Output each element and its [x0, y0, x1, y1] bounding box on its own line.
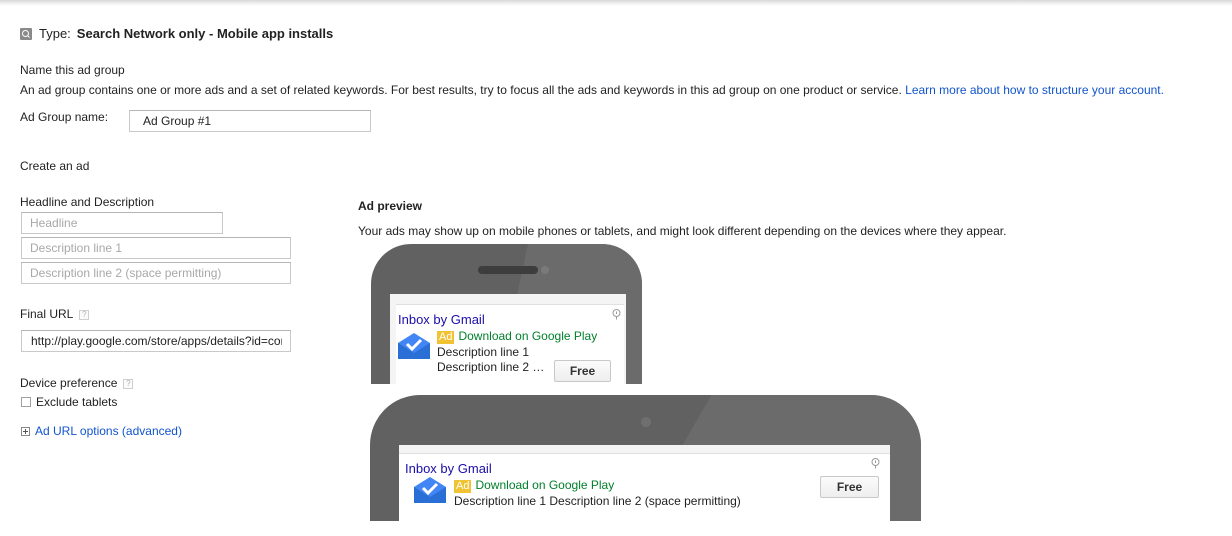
type-label: Type: [39, 26, 71, 41]
final-url-input[interactable] [21, 330, 291, 352]
exclude-tablets-label: Exclude tablets [36, 395, 118, 409]
search-network-icon [20, 27, 32, 40]
tablet-free-button[interactable]: Free [820, 476, 879, 498]
expand-plus-icon[interactable] [21, 427, 30, 436]
phone-preview: Inbox by Gmail Ad Download on Google Play… [371, 244, 642, 384]
tablet-ad-desc: Description line 1 Description line 2 (s… [454, 494, 741, 508]
tablet-camera [641, 417, 651, 427]
help-icon[interactable]: ? [123, 378, 134, 389]
phone-ad-card: Inbox by Gmail Ad Download on Google Play… [396, 304, 624, 384]
ad-badge: Ad [454, 480, 472, 493]
headline-input[interactable] [21, 212, 223, 234]
help-icon[interactable]: ? [79, 309, 90, 320]
phone-ad-desc1: Description line 1 [437, 345, 530, 359]
tablet-ad-url-line: Ad Download on Google Play [454, 478, 614, 493]
phone-screen: Inbox by Gmail Ad Download on Google Play… [390, 294, 626, 384]
ad-group-description-text: An ad group contains one or more ads and… [20, 83, 902, 97]
campaign-type-row: Type: Search Network only - Mobile app i… [20, 26, 333, 41]
ad-group-name-input[interactable] [129, 110, 371, 132]
ad-group-description: An ad group contains one or more ads and… [20, 83, 1164, 97]
info-pin-icon[interactable] [871, 458, 880, 469]
device-preference-row: Device preference? [20, 376, 134, 390]
final-url-label-row: Final URL? [20, 307, 90, 321]
exclude-tablets-checkbox[interactable] [21, 397, 31, 407]
type-value: Search Network only - Mobile app install… [76, 26, 334, 41]
learn-more-link[interactable]: Learn more about how to structure your a… [905, 83, 1164, 97]
create-ad-section-title: Create an ad [20, 159, 90, 173]
tablet-preview: Inbox by Gmail Ad Download on Google Play… [370, 395, 921, 521]
ad-badge: Ad [437, 331, 455, 344]
description-line-2-input[interactable] [21, 262, 291, 284]
ad-url-options-link[interactable]: Ad URL options (advanced) [35, 424, 182, 438]
exclude-tablets-row[interactable]: Exclude tablets [21, 395, 117, 409]
device-preference-label: Device preference [20, 376, 118, 390]
phone-ad-url-line: Ad Download on Google Play [437, 329, 597, 344]
info-pin-icon[interactable] [612, 309, 621, 320]
ad-group-name-label: Ad Group name: [20, 110, 109, 124]
top-divider [0, 0, 1232, 6]
tablet-ad-card: Inbox by Gmail Ad Download on Google Play… [399, 453, 890, 521]
headline-description-label: Headline and Description [20, 195, 155, 209]
tablet-ad-headline[interactable]: Inbox by Gmail [405, 461, 492, 476]
description-line-1-input[interactable] [21, 237, 291, 259]
final-url-label: Final URL [20, 307, 74, 321]
ad-group-section-title: Name this ad group [20, 63, 125, 77]
inbox-app-icon [414, 477, 446, 503]
phone-free-button[interactable]: Free [554, 360, 611, 382]
phone-speaker [478, 266, 538, 274]
phone-ad-url: Download on Google Play [458, 329, 598, 343]
inbox-app-icon [398, 333, 430, 359]
phone-ad-headline[interactable]: Inbox by Gmail [398, 312, 485, 327]
phone-ad-desc2: Description line 2 … [437, 360, 545, 374]
tablet-ad-url: Download on Google Play [475, 478, 615, 492]
ad-url-options-row[interactable]: Ad URL options (advanced) [21, 424, 182, 438]
tablet-screen: Inbox by Gmail Ad Download on Google Play… [399, 445, 890, 521]
phone-camera [541, 266, 549, 274]
ad-preview-title: Ad preview [358, 199, 423, 213]
ad-preview-note: Your ads may show up on mobile phones or… [358, 224, 1007, 238]
